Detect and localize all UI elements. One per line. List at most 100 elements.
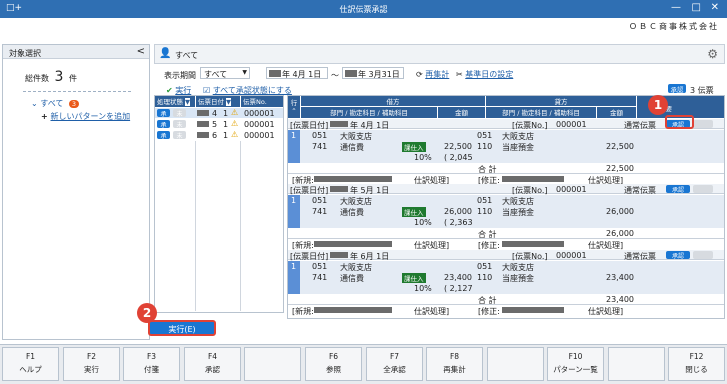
highlight-box (665, 115, 694, 129)
col-header-row: 行 ⌃ (288, 96, 300, 118)
check-circle-icon: ✔ (166, 86, 176, 95)
recalc-label: 再集計 (425, 70, 450, 79)
tree-item-all[interactable]: ⌄ すべて 3 (31, 98, 80, 109)
slip-footer-row: [新規: 仕訳処理] [修正: 仕訳処理] (288, 304, 724, 316)
total-row: 合 計 22,500 (288, 163, 724, 174)
col-header-date[interactable]: 伝票日付 ▼ (196, 96, 240, 107)
slip-header-row[interactable]: [伝票日付] 年 6月 1日 [伝票No.] 000001 通常伝票 承認 (288, 250, 724, 261)
date-from-field[interactable]: 年 4月 1日 (266, 67, 328, 79)
redacted-year (330, 186, 348, 192)
slip-list-grid: 処理状態 ▼ 伝票日付 ▼ 伝票No. 承 未 4 1 ⚠ 000001 承 未 5… (154, 95, 284, 313)
approve-button[interactable]: 承認 (666, 185, 690, 194)
redacted-year (345, 70, 357, 77)
credit-amount-header: 金額 (597, 107, 636, 118)
redacted-year (330, 252, 348, 258)
main-header: 👤 すべて ⚙ (154, 44, 725, 64)
collapse-button[interactable]: < (137, 46, 145, 57)
minimize-button[interactable]: — (671, 2, 681, 13)
base-date-link[interactable]: ✂ 基準日の設定 (456, 69, 513, 80)
fkey-button[interactable]: F6 参照 (305, 347, 362, 381)
callout-2: 2 (137, 303, 157, 323)
fkey-button[interactable] (487, 347, 544, 381)
fkey-button[interactable]: F7 全承認 (366, 347, 423, 381)
fkey-button[interactable]: F3 付箋 (123, 347, 180, 381)
recalc-link[interactable]: ⟳ 再集計 (416, 69, 449, 80)
panel-header: 対象選択 < (3, 45, 149, 59)
redacted-year (269, 70, 281, 77)
col-header-status[interactable]: 処理状態 ▼ (155, 96, 195, 107)
slip-detail-grid: 行 ⌃ 借方 貸方 部門 / 勘定科目 / 補助科目 金額 部門 / 勘定科目 … (287, 95, 725, 319)
refresh-icon: ⟳ (416, 70, 426, 79)
divider (23, 91, 131, 92)
chevron-up-icon: ⌃ (291, 107, 297, 115)
range-tilde: ～ (331, 71, 339, 80)
callout-1: 1 (648, 95, 668, 115)
date-to-field[interactable]: 年 3月31日 (342, 67, 404, 79)
total-row: 合 計 23,400 (288, 294, 724, 305)
main-title: すべて (175, 51, 199, 60)
credit-dept-header: 部門 / 勘定科目 / 補助科目 (486, 107, 596, 118)
redacted-user (502, 241, 564, 247)
execute-button[interactable]: 実行(E) (148, 320, 216, 336)
user-icon: 👤 (159, 48, 172, 59)
journal-line[interactable]: 1 051 大阪支店 741 通信費 課仕入 10% 26,000 ( 2,36… (288, 195, 724, 228)
approve-button[interactable]: 承認 (666, 251, 690, 260)
tools-icon: ✂ (456, 70, 466, 79)
fkey-button[interactable] (608, 347, 665, 381)
dropdown-arrow-icon: ▼ (242, 69, 247, 76)
chevron-down-icon: ⌄ (31, 99, 41, 108)
fkey-button[interactable]: F10 パターン一覧 (547, 347, 604, 381)
fkey-button[interactable]: F8 再集計 (426, 347, 483, 381)
plus-icon: + (41, 112, 51, 121)
warning-icon: ⚠ (231, 119, 239, 128)
redacted-user (502, 176, 564, 182)
fkey-button[interactable]: F4 承認 (184, 347, 241, 381)
period-label: 表示期間 (164, 71, 196, 80)
journal-line[interactable]: 1 051 大阪支店 741 通信費 課仕入 10% 22,500 ( 2,04… (288, 130, 724, 163)
redacted-user (314, 241, 392, 247)
fkey-button[interactable]: F2 実行 (63, 347, 120, 381)
col-header-no[interactable]: 伝票No. (241, 96, 283, 107)
fkey-button[interactable]: F1 ヘルプ (2, 347, 59, 381)
reject-button[interactable] (693, 120, 713, 128)
close-button[interactable]: ✕ (711, 2, 719, 13)
warning-icon: ⚠ (231, 108, 239, 117)
credit-header: 貸方 (486, 96, 636, 106)
checkbox-icon: ☑ (203, 86, 213, 95)
panel-title: 対象選択 (9, 49, 41, 58)
grid-line (240, 141, 241, 311)
slip-header-row[interactable]: [伝票日付] 年 4月 1日 [伝票No.] 000001 通常伝票 承認 (288, 119, 724, 130)
redacted-year (330, 121, 348, 127)
date-from-value: 年 4月 1日 (282, 70, 322, 79)
add-pattern-label: 新しいパターンを追加 (50, 112, 131, 121)
all-approve-label: すべて承認状態にする (212, 86, 292, 95)
reject-button[interactable] (693, 185, 713, 193)
debit-header: 借方 (301, 96, 485, 106)
total-row: 合 計 26,000 (288, 228, 724, 239)
date-to-value: 年 3月31日 (358, 70, 400, 79)
base-date-label: 基準日の設定 (465, 70, 514, 79)
debit-amount-header: 金額 (438, 107, 485, 118)
table-row[interactable]: 承 未 6 1 ⚠ 000001 (155, 130, 283, 140)
period-select-value: すべて (204, 70, 228, 79)
journal-line[interactable]: 1 051 大阪支店 741 通信費 課仕入 10% 23,400 ( 2,12… (288, 261, 724, 294)
gear-icon[interactable]: ⚙ (707, 47, 718, 61)
total-unit: 件 (69, 74, 78, 83)
period-select[interactable]: すべて ▼ (200, 67, 250, 79)
add-pattern-link[interactable]: + 新しいパターンを追加 (41, 111, 130, 122)
redacted-year (197, 132, 209, 138)
table-row[interactable]: 承 未 4 1 ⚠ 000001 (155, 108, 283, 118)
redacted-user (314, 176, 392, 182)
total-count: 総件数 3 件 (25, 69, 77, 85)
redacted-year (197, 121, 209, 127)
slip-footer-row: [新規: 仕訳処理] [修正: 仕訳処理] (288, 173, 724, 185)
fkey-button[interactable] (244, 347, 301, 381)
target-selection-panel: 対象選択 < 総件数 3 件 ⌄ すべて 3 + 新しいパターンを追加 (2, 44, 150, 340)
reject-button[interactable] (693, 251, 713, 259)
fkey-button[interactable]: F12 閉じる (668, 347, 725, 381)
table-row[interactable]: 承 未 5 1 ⚠ 000001 (155, 119, 283, 129)
slip-header-row[interactable]: [伝票日付] 年 5月 1日 [伝票No.] 000001 通常伝票 承認 (288, 184, 724, 195)
maximize-button[interactable]: □ (692, 2, 701, 13)
approve-tag: 承認 (668, 84, 686, 94)
title-bar: □+ 仕訳伝票承認 — □ ✕ (0, 0, 727, 18)
